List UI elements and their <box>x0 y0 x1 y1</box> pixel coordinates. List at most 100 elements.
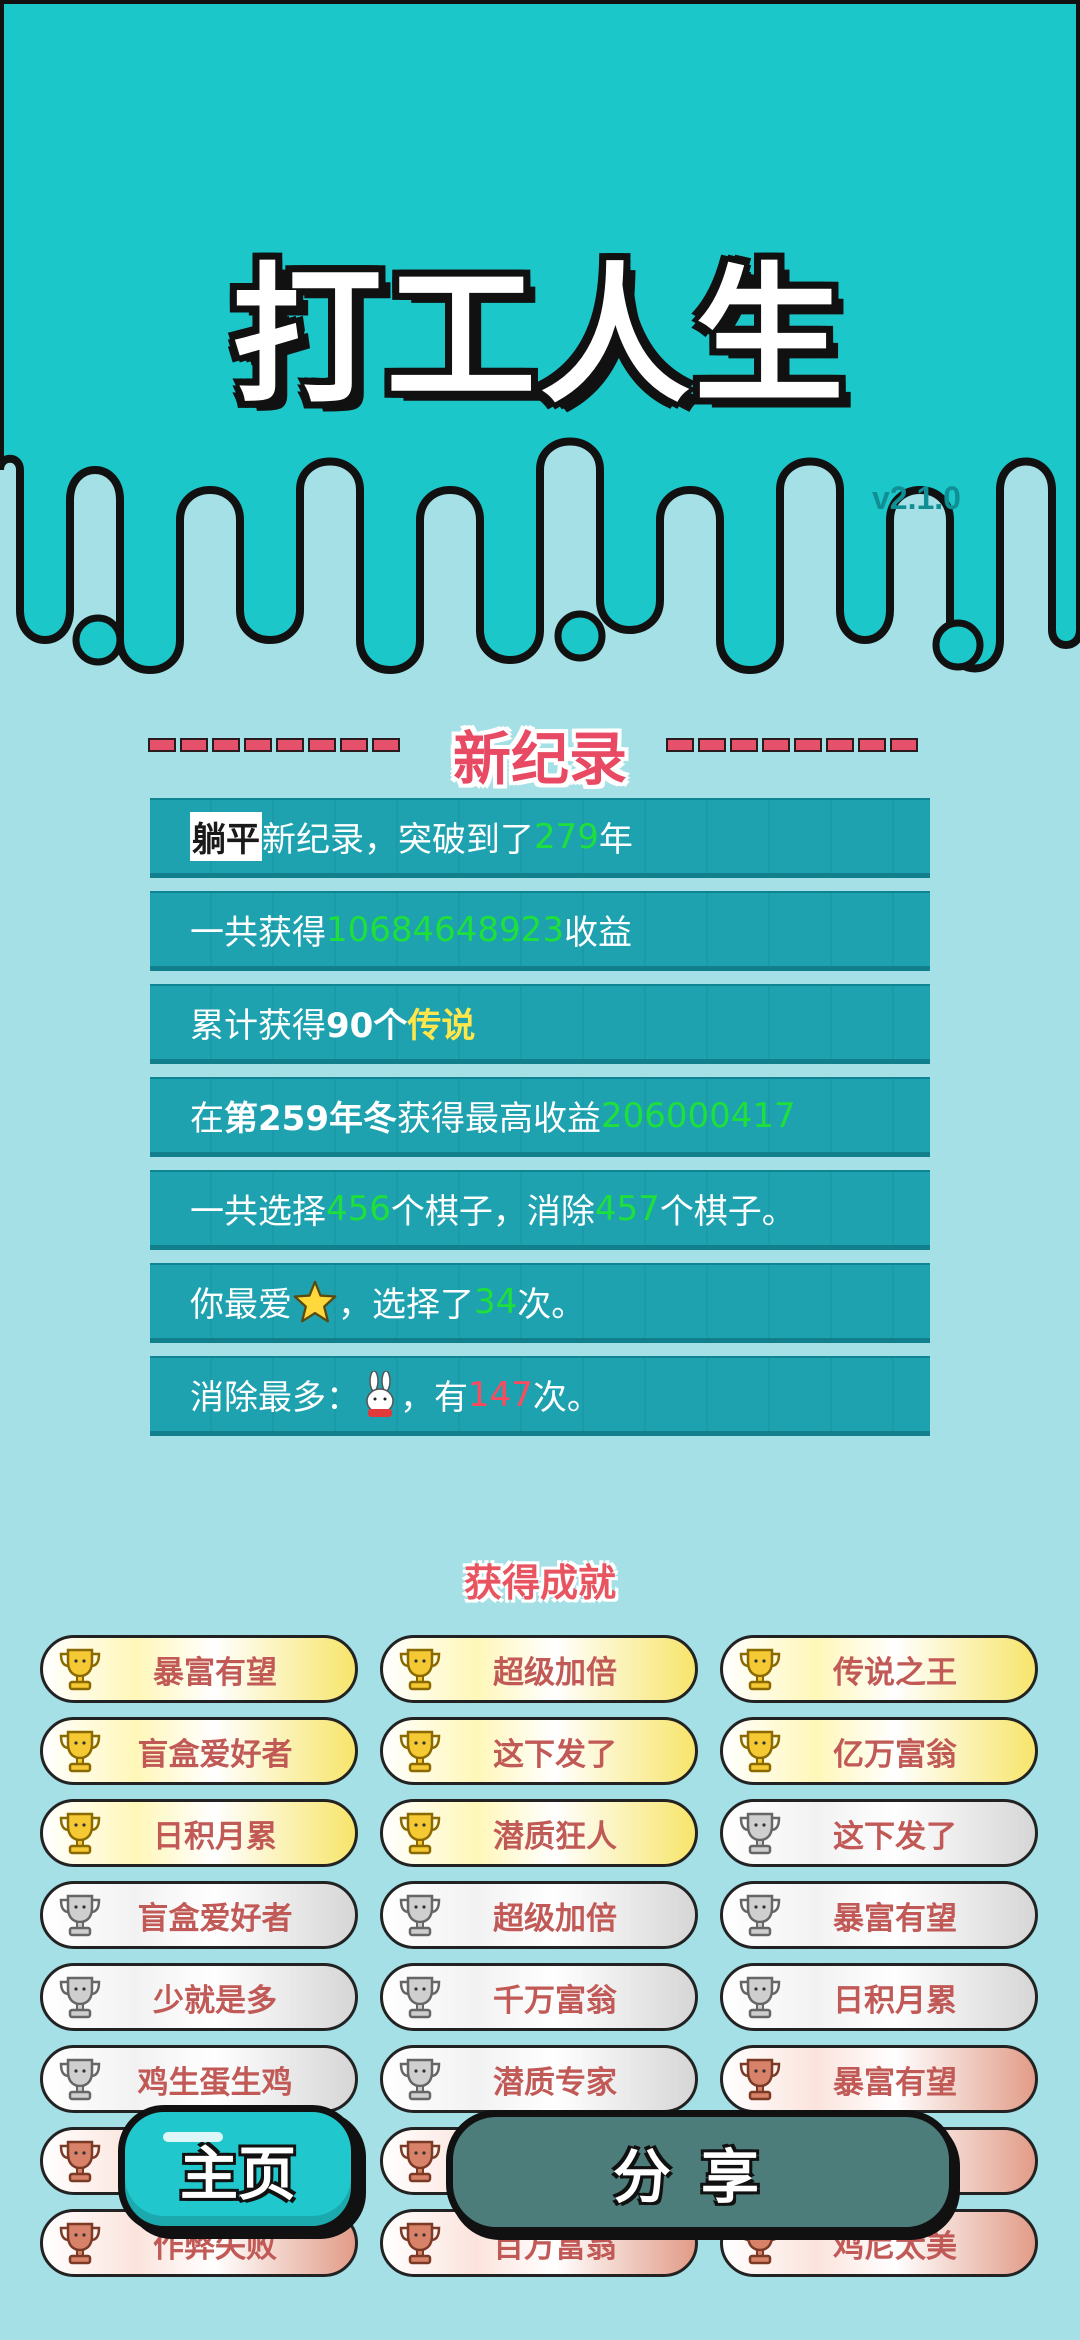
trophy-icon <box>399 1730 441 1773</box>
achievement-badge[interactable]: 亿万富翁 <box>720 1717 1038 1785</box>
stat-text: 新纪录，突破到了 <box>262 820 534 860</box>
trophy-icon <box>59 1976 101 2019</box>
removed-times: 147 <box>468 1374 533 1415</box>
achievement-label: 少就是多 <box>153 1982 277 2019</box>
achievement-label: 鸡生蛋生鸡 <box>137 2064 293 2101</box>
stat-row-income: 一共获得 10684648923 收益 <box>150 891 930 971</box>
best-income-value: 206000417 <box>600 1095 796 1136</box>
achievement-label: 日积月累 <box>153 1818 277 1855</box>
income-value: 10684648923 <box>326 909 564 950</box>
stat-text: 收益 <box>563 913 632 953</box>
achievement-label: 亿万富翁 <box>833 1736 957 1773</box>
trophy-icon <box>399 2222 441 2265</box>
stat-text: 个棋子，消除 <box>390 1192 595 1232</box>
legend-label: 传说 <box>407 1006 476 1046</box>
trophy-icon <box>59 2222 101 2265</box>
trophy-icon <box>59 1730 101 1773</box>
achievements-title: 获得成就 <box>463 1561 616 1605</box>
trophy-icon <box>739 2058 781 2101</box>
stat-row-legend: 累计获得 90个 传说 <box>150 984 930 1064</box>
stat-text: 你最爱 <box>190 1285 292 1325</box>
right-dash-decoration <box>666 738 922 754</box>
achievement-badge[interactable]: 传说之王 <box>720 1635 1038 1703</box>
achievement-badge[interactable]: 日积月累 <box>720 1963 1038 2031</box>
achievement-badge[interactable]: 这下发了 <box>720 1799 1038 1867</box>
home-button[interactable]: 主页 <box>118 2105 358 2233</box>
achievement-badge[interactable]: 超级加倍 <box>380 1635 698 1703</box>
achievement-label: 潜质狂人 <box>493 1818 617 1855</box>
legend-count: 90个 <box>326 1006 408 1046</box>
stat-row-best-season: 在 第259年冬 获得最高收益 206000417 <box>150 1077 930 1157</box>
header-banner: 打工人生 v2.1.0 <box>0 0 1080 700</box>
stat-text: ，有 <box>400 1378 468 1418</box>
button-shine <box>163 2132 223 2142</box>
achievement-label: 超级加倍 <box>493 1900 617 1937</box>
achievement-label: 暴富有望 <box>153 1654 277 1691</box>
stat-text: 年 <box>598 820 633 860</box>
trophy-icon <box>399 1648 441 1691</box>
version-label: v2.1.0 <box>872 480 961 516</box>
achievement-badge[interactable]: 潜质专家 <box>380 2045 698 2113</box>
trophy-icon <box>739 1648 781 1691</box>
achievement-label: 日积月累 <box>833 1982 957 2019</box>
share-button[interactable]: 分享 <box>446 2110 956 2234</box>
trophy-icon <box>399 1976 441 2019</box>
achievement-badge[interactable]: 盲盒爱好者 <box>40 1717 358 1785</box>
achievement-label: 暴富有望 <box>833 1900 957 1937</box>
achievement-label: 千万富翁 <box>493 1982 617 2019</box>
trophy-icon <box>739 1812 781 1855</box>
achievement-badge[interactable]: 暴富有望 <box>720 1881 1038 1949</box>
stats-list: 躺平 新纪录，突破到了 279 年 一共获得 10684648923 收益 累计… <box>150 798 930 1449</box>
achievement-badge[interactable]: 少就是多 <box>40 1963 358 2031</box>
achievement-badge[interactable]: 这下发了 <box>380 1717 698 1785</box>
star-icon <box>293 1280 337 1322</box>
trophy-icon <box>59 2140 101 2183</box>
achievement-label: 这下发了 <box>493 1736 617 1773</box>
stat-text: 一共获得 <box>190 913 326 953</box>
achievement-label: 盲盒爱好者 <box>137 1736 293 1773</box>
chosen-value: 456 <box>326 1188 391 1229</box>
share-button-label: 分享 <box>612 2143 789 2211</box>
years-value: 279 <box>534 816 599 857</box>
stat-text: 在 <box>190 1099 224 1139</box>
game-title: 打工人生 <box>231 250 848 424</box>
rabbit-icon <box>366 1370 394 1417</box>
achievement-label: 超级加倍 <box>493 1654 617 1691</box>
achievement-label: 潜质专家 <box>493 2064 617 2101</box>
achievement-badge[interactable]: 千万富翁 <box>380 1963 698 2031</box>
season-label: 第259年冬 <box>224 1099 397 1139</box>
trophy-icon <box>59 1648 101 1691</box>
stat-text: 一共选择 <box>190 1192 326 1232</box>
stat-text: 获得最高收益 <box>396 1099 601 1139</box>
favorite-times: 34 <box>474 1281 518 1322</box>
character-name: 躺平 <box>190 812 262 861</box>
stat-row-most-removed: 消除最多： ，有 147 次。 <box>150 1356 930 1436</box>
trophy-icon <box>399 2140 441 2183</box>
achievement-label: 这下发了 <box>833 1818 957 1855</box>
stat-text: 累计获得 <box>190 1006 326 1046</box>
trophy-icon <box>59 1812 101 1855</box>
stat-text: 次。 <box>517 1285 586 1325</box>
stat-row-favorite: 你最爱 ，选择了 34 次。 <box>150 1263 930 1343</box>
trophy-icon <box>739 1976 781 2019</box>
achievement-badge[interactable]: 暴富有望 <box>720 2045 1038 2113</box>
stat-text: ，选择了 <box>338 1285 474 1325</box>
achievement-badge[interactable]: 超级加倍 <box>380 1881 698 1949</box>
trophy-icon <box>59 1894 101 1937</box>
achievement-badge[interactable]: 暴富有望 <box>40 1635 358 1703</box>
stat-text: 个棋子。 <box>659 1192 796 1232</box>
achievement-label: 暴富有望 <box>833 2064 957 2101</box>
stat-row-pieces: 一共选择 456 个棋子，消除 457 个棋子。 <box>150 1170 930 1250</box>
trophy-icon <box>739 1730 781 1773</box>
achievement-badge[interactable]: 盲盒爱好者 <box>40 1881 358 1949</box>
new-record-header: 新纪录 <box>0 712 1080 793</box>
achievement-badge[interactable]: 鸡生蛋生鸡 <box>40 2045 358 2113</box>
removed-value: 457 <box>594 1188 660 1229</box>
achievement-label: 传说之王 <box>833 1654 957 1691</box>
trophy-icon <box>59 2058 101 2101</box>
stat-text: 消除最多： <box>190 1378 360 1418</box>
achievement-badge[interactable]: 日积月累 <box>40 1799 358 1867</box>
trophy-icon <box>739 1894 781 1937</box>
achievement-badge[interactable]: 潜质狂人 <box>380 1799 698 1867</box>
achievement-label: 盲盒爱好者 <box>137 1900 293 1937</box>
